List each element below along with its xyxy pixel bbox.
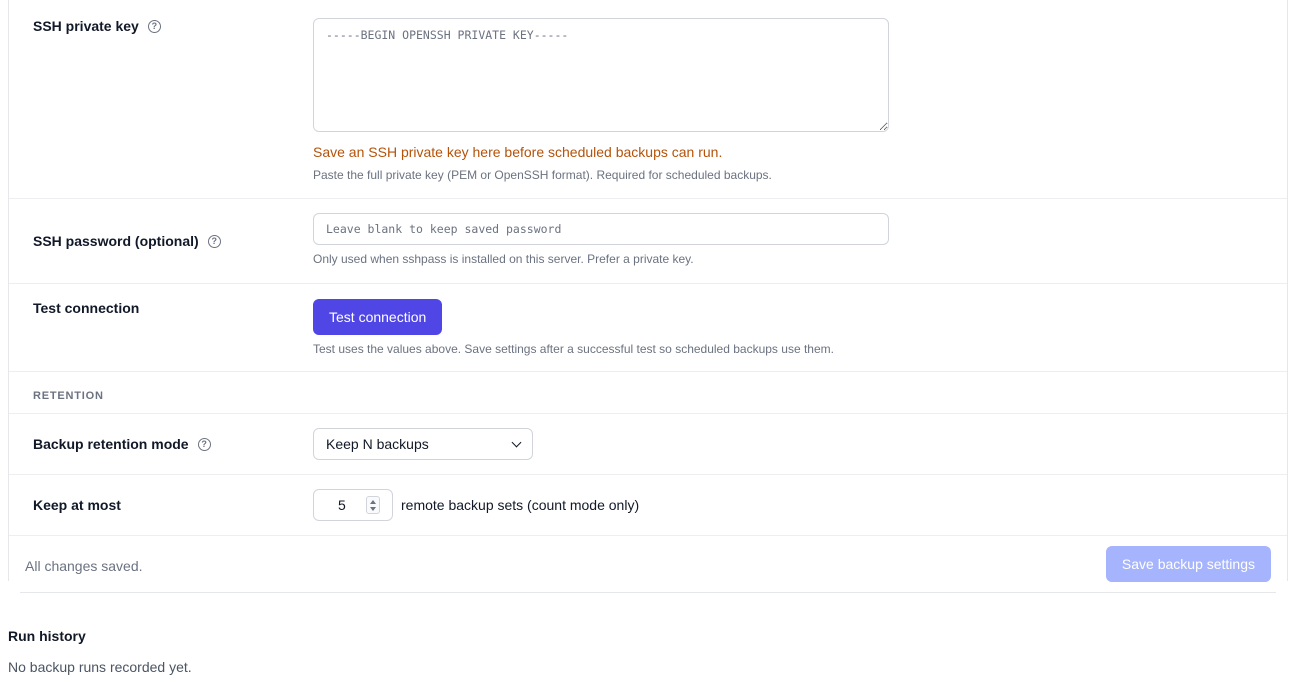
retention-mode-value: Keep N backups bbox=[326, 436, 429, 452]
retention-heading: RETENTION bbox=[33, 390, 104, 402]
ssh-password-row: SSH password (optional) ? Only used when… bbox=[9, 199, 1287, 284]
section-divider bbox=[20, 592, 1276, 593]
spin-arrows-icon[interactable] bbox=[366, 496, 380, 514]
ssh-password-label: SSH password (optional) bbox=[33, 233, 199, 249]
keep-at-most-row: Keep at most 5 remote backup sets (count… bbox=[9, 475, 1287, 536]
ssh-private-key-textarea[interactable] bbox=[313, 18, 889, 132]
ssh-key-warning: Save an SSH private key here before sche… bbox=[313, 144, 723, 160]
retention-mode-row: Backup retention mode ? Keep N backups bbox=[9, 414, 1287, 475]
help-circle-icon[interactable]: ? bbox=[147, 19, 161, 33]
ssh-key-hint: Paste the full private key (PEM or OpenS… bbox=[313, 168, 772, 182]
keep-at-most-label: Keep at most bbox=[33, 497, 121, 513]
keep-count-value: 5 bbox=[338, 497, 346, 513]
retention-section-header: RETENTION bbox=[9, 372, 1287, 414]
test-connection-button[interactable]: Test connection bbox=[313, 299, 443, 335]
ssh-password-label-wrap: SSH password (optional) ? bbox=[33, 233, 221, 249]
spin-down-icon[interactable] bbox=[370, 506, 376, 511]
retention-mode-label-wrap: Backup retention mode ? bbox=[33, 436, 211, 452]
save-backup-settings-button[interactable]: Save backup settings bbox=[1105, 546, 1271, 582]
ssh-password-input[interactable] bbox=[313, 213, 889, 245]
settings-footer: All changes saved. Save backup settings bbox=[9, 536, 1287, 582]
test-connection-hint: Test uses the values above. Save setting… bbox=[313, 342, 834, 356]
run-history-empty: No backup runs recorded yet. bbox=[8, 659, 192, 675]
retention-mode-select[interactable]: Keep N backups bbox=[313, 428, 533, 460]
keep-count-stepper[interactable]: 5 bbox=[313, 489, 393, 521]
backup-settings-card: SSH private key ? Save an SSH private ke… bbox=[8, 0, 1288, 582]
test-connection-label: Test connection bbox=[33, 300, 140, 316]
ssh-key-label: SSH private key bbox=[33, 18, 139, 34]
ssh-key-row: SSH private key ? Save an SSH private ke… bbox=[9, 0, 1287, 199]
save-status: All changes saved. bbox=[25, 558, 143, 574]
chevron-down-icon bbox=[511, 437, 522, 447]
run-history-title: Run history bbox=[8, 628, 86, 644]
retention-mode-label: Backup retention mode bbox=[33, 436, 189, 452]
ssh-password-hint: Only used when sshpass is installed on t… bbox=[313, 252, 694, 266]
ssh-key-label-wrap: SSH private key ? bbox=[33, 18, 161, 34]
help-circle-icon[interactable]: ? bbox=[197, 437, 211, 451]
help-circle-icon[interactable]: ? bbox=[207, 234, 221, 248]
test-connection-row: Test connection Test connection Test use… bbox=[9, 284, 1287, 372]
spin-up-icon[interactable] bbox=[370, 499, 376, 504]
keep-count-suffix: remote backup sets (count mode only) bbox=[401, 497, 640, 513]
